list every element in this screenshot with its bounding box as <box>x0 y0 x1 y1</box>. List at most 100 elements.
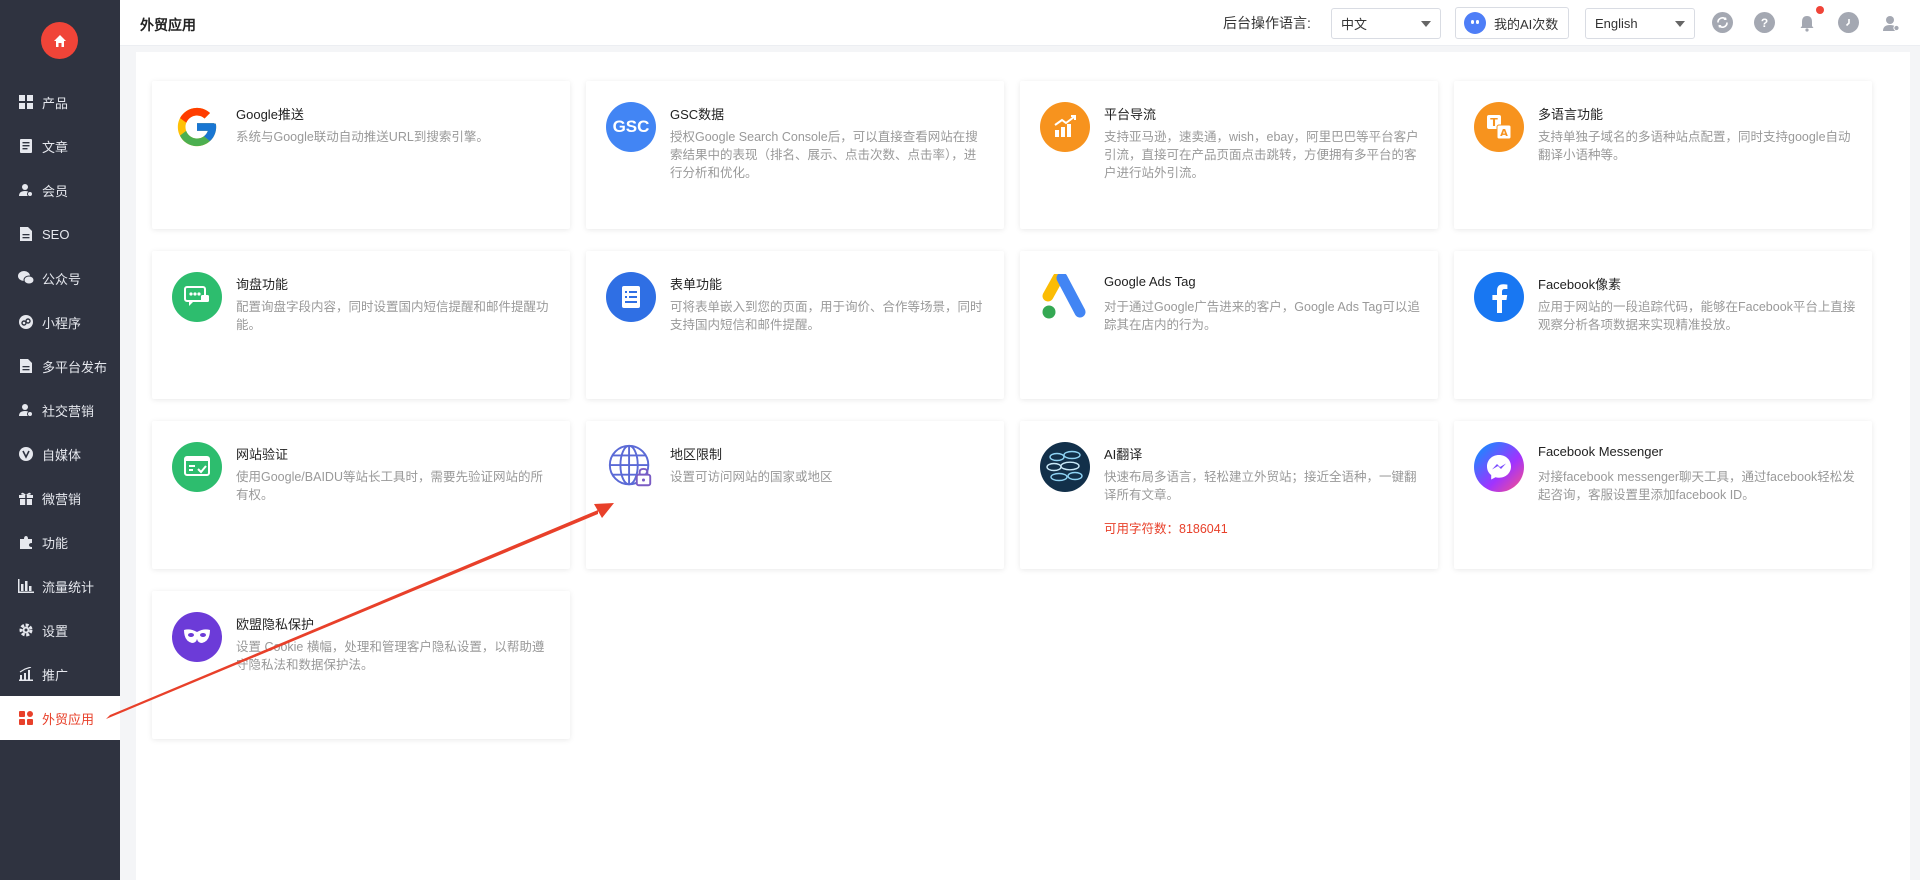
gear-icon <box>18 622 34 638</box>
app-card-inquiry[interactable]: 询盘功能 配置询盘字段内容，同时设置国内短信提醒和邮件提醒功能。 <box>152 251 570 399</box>
ai-usage-button[interactable]: 我的AI次数 <box>1455 7 1569 39</box>
gift-icon <box>18 490 34 506</box>
card-description: 应用于网站的一段追踪代码，能够在Facebook平台上直接观察分析各项数据来实现… <box>1538 300 1856 332</box>
home-button[interactable] <box>41 22 78 59</box>
sidebar-item-articles[interactable]: 文章 <box>0 124 120 168</box>
sidebar-item-foreign-trade-apps[interactable]: 外贸应用 <box>0 696 120 740</box>
card-title: 网站验证 <box>236 447 289 462</box>
account-icon[interactable] <box>1880 12 1901 33</box>
sidebar-item-label: 微营销 <box>42 491 82 507</box>
ui-language-select[interactable]: English <box>1585 8 1695 39</box>
notification-badge <box>1816 6 1824 14</box>
sidebar-item-label: SEO <box>42 226 70 242</box>
sidebar-item-members[interactable]: 会员 <box>0 168 120 212</box>
sidebar-item-label: 设置 <box>42 623 69 639</box>
file-icon <box>18 358 34 374</box>
card-description: 授权Google Search Console后，可以直接查看网站在搜索结果中的… <box>670 130 978 180</box>
bell-icon[interactable] <box>1796 12 1817 33</box>
sidebar-item-miniprogram[interactable]: 小程序 <box>0 300 120 344</box>
app-card-facebook-pixel[interactable]: Facebook像素 应用于网站的一段追踪代码，能够在Facebook平台上直接… <box>1454 251 1872 399</box>
gsc-icon: GSC <box>606 102 656 152</box>
sidebar-item-social[interactable]: 社交营销 <box>0 388 120 432</box>
app-card-platform-traffic[interactable]: 平台导流 支持亚马逊，速卖通，wish，ebay，阿里巴巴等平台客户引流，直接可… <box>1020 81 1438 229</box>
sidebar-item-multiplatform[interactable]: 多平台发布 <box>0 344 120 388</box>
sidebar-item-products[interactable]: 产品 <box>0 80 120 124</box>
globe-lock-icon <box>606 442 656 492</box>
card-title: Google Ads Tag <box>1104 274 1196 289</box>
card-description: 对于通过Google广告进来的客户，Google Ads Tag可以追踪其在店内… <box>1104 300 1420 332</box>
wechat-icon <box>18 270 34 286</box>
card-title: 欧盟隐私保护 <box>236 617 315 632</box>
card-title: Facebook Messenger <box>1538 444 1664 459</box>
sidebar-item-wechat[interactable]: 公众号 <box>0 256 120 300</box>
sidebar-item-label: 流量统计 <box>42 579 95 595</box>
sidebar-item-label: 多平台发布 <box>42 359 108 375</box>
app-card-region-restriction[interactable]: 地区限制 设置可访问网站的国家或地区 <box>586 421 1004 569</box>
chevron-down-icon <box>1675 21 1685 27</box>
app-card-site-verification[interactable]: 网站验证 使用Google/BAIDU等站长工具时，需要先验证网站的所有权。 <box>152 421 570 569</box>
card-title: GSC数据 <box>670 107 725 122</box>
user-icon <box>18 402 34 418</box>
svg-text:A: A <box>1500 128 1508 139</box>
app-card-form[interactable]: 表单功能 可将表单嵌入到您的页面，用于询价、合作等场景，同时支持国内短信和邮件提… <box>586 251 1004 399</box>
app-card-google-push[interactable]: Google推送 系统与Google联动自动推送URL到搜索引擎。 <box>152 81 570 229</box>
app-card-facebook-messenger[interactable]: Facebook Messenger 对接facebook messenger聊… <box>1454 421 1872 569</box>
card-description: 支持亚马逊，速卖通，wish，ebay，阿里巴巴等平台客户引流，直接可在产品页面… <box>1104 130 1419 180</box>
apps-icon <box>18 710 34 726</box>
sidebar-item-selfmedia[interactable]: 自媒体 <box>0 432 120 476</box>
document-icon <box>18 138 34 154</box>
verify-icon <box>172 442 222 492</box>
app-card-gsc-data[interactable]: GSC GSC数据 授权Google Search Console后，可以直接查… <box>586 81 1004 229</box>
app-card-eu-privacy[interactable]: 欧盟隐私保护 设置 Cookie 横幅，处理和管理客户隐私设置，以帮助遵守隐私法… <box>152 591 570 739</box>
messenger-icon <box>1474 442 1524 492</box>
card-title: 平台导流 <box>1104 107 1157 122</box>
home-icon <box>53 34 66 47</box>
top-bar: 外贸应用 后台操作语言: 中文 我的AI次数 English ? <box>120 0 1920 46</box>
card-description: 系统与Google联动自动推送URL到搜索引擎。 <box>236 130 489 144</box>
sidebar-item-settings[interactable]: 设置 <box>0 608 120 652</box>
card-description: 设置可访问网站的国家或地区 <box>670 470 833 484</box>
file-icon <box>18 226 34 242</box>
ai-translate-icon <box>1040 442 1090 492</box>
available-characters: 可用字符数：8186041 <box>1104 522 1228 536</box>
help-icon[interactable]: ? <box>1754 12 1775 33</box>
sidebar-item-label: 自媒体 <box>42 447 82 463</box>
sidebar-item-features[interactable]: 功能 <box>0 520 120 564</box>
card-title: 多语言功能 <box>1538 107 1604 122</box>
backend-language-value: 中文 <box>1341 17 1368 32</box>
form-icon <box>606 272 656 322</box>
sidebar-item-micromarketing[interactable]: 微营销 <box>0 476 120 520</box>
media-icon <box>18 446 34 462</box>
sidebar-item-promotion[interactable]: 推广 <box>0 652 120 696</box>
card-description: 支持单独子域名的多语种站点配置，同时支持google自动翻译小语种等。 <box>1538 130 1851 162</box>
backend-language-select[interactable]: 中文 <box>1331 8 1441 39</box>
sidebar-item-label: 小程序 <box>42 315 82 331</box>
card-title: 表单功能 <box>670 277 723 292</box>
translate-icon: TA <box>1474 102 1524 152</box>
sidebar-item-label: 功能 <box>42 535 69 551</box>
grid-icon <box>18 94 34 110</box>
sidebar-item-label: 文章 <box>42 139 69 155</box>
sidebar-item-traffic[interactable]: 流量统计 <box>0 564 120 608</box>
app-card-ai-translation[interactable]: AI翻译 快速布局多语言，轻松建立外贸站；接近全语种，一键翻译所有文章。 可用字… <box>1020 421 1438 569</box>
card-description: 对接facebook messenger聊天工具，通过facebook轻松发起咨… <box>1538 470 1855 502</box>
card-title: Facebook像素 <box>1538 277 1622 292</box>
app-card-multilingual[interactable]: TA 多语言功能 支持单独子域名的多语种站点配置，同时支持google自动翻译小… <box>1454 81 1872 229</box>
google-ads-icon <box>1040 272 1090 322</box>
inquiry-icon <box>172 272 222 322</box>
card-description: 配置询盘字段内容，同时设置国内短信提醒和邮件提醒功能。 <box>236 300 549 332</box>
sidebar-item-label: 产品 <box>42 95 69 111</box>
card-description: 快速布局多语言，轻松建立外贸站；接近全语种，一键翻译所有文章。 <box>1104 470 1417 502</box>
miniprogram-icon <box>18 314 34 330</box>
sidebar-item-label: 推广 <box>42 667 69 683</box>
refresh-icon[interactable] <box>1712 12 1733 33</box>
sidebar-item-label: 会员 <box>42 183 69 199</box>
user-icon <box>18 182 34 198</box>
app-card-google-ads-tag[interactable]: Google Ads Tag 对于通过Google广告进来的客户，Google … <box>1020 251 1438 399</box>
mask-icon <box>172 612 222 662</box>
clock-icon[interactable] <box>1838 12 1859 33</box>
sidebar: 产品 文章 会员 SEO 公众号 小程序 多平台发布 社交营销 自媒体 微营销 … <box>0 0 120 880</box>
card-description: 设置 Cookie 横幅，处理和管理客户隐私设置，以帮助遵守隐私法和数据保护法。 <box>236 640 545 672</box>
sidebar-item-seo[interactable]: SEO <box>0 212 120 256</box>
card-title: AI翻译 <box>1104 447 1143 462</box>
